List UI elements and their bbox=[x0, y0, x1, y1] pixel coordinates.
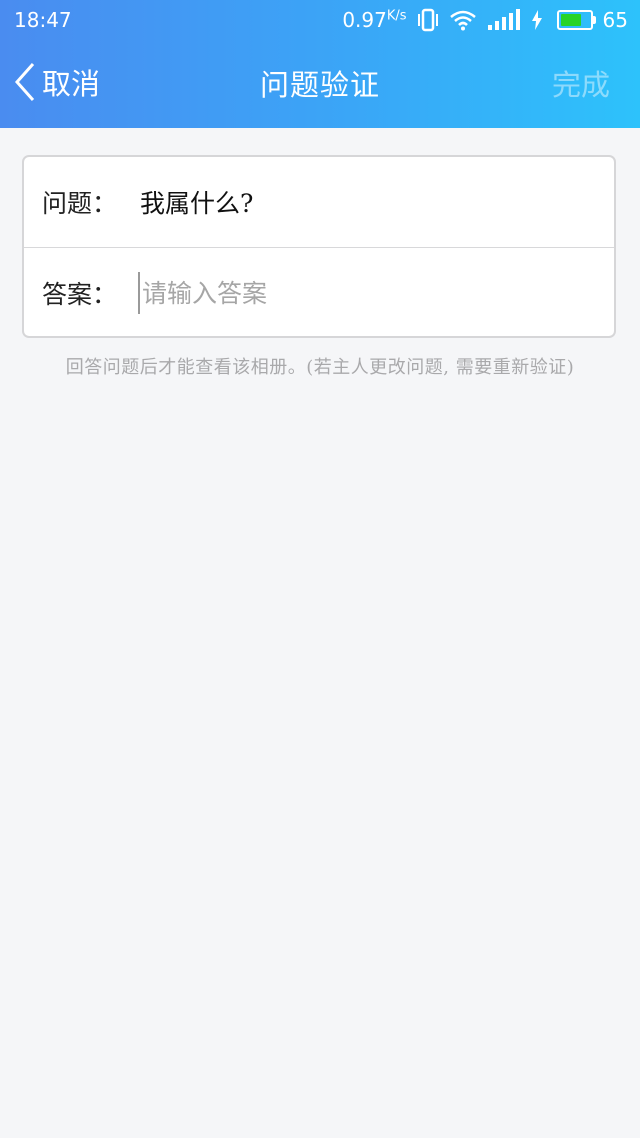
network-speed-value: 0.97 bbox=[342, 8, 387, 32]
question-row: 问题： 我属什么? bbox=[24, 157, 614, 247]
done-button[interactable]: 完成 bbox=[552, 62, 610, 104]
app-header: 18:47 0.97K/s 65 取消 问题验证 完成 bbox=[0, 0, 640, 128]
vibrate-icon bbox=[417, 8, 439, 32]
network-speed-unit: K/s bbox=[386, 8, 407, 24]
verification-form: 问题： 我属什么? 答案： bbox=[22, 155, 616, 338]
network-speed: 0.97K/s bbox=[342, 8, 406, 32]
battery-level: 65 bbox=[602, 8, 628, 32]
answer-label: 答案： bbox=[42, 280, 118, 309]
hint-text: 回答问题后才能查看该相册。(若主人更改问题, 需要重新验证) bbox=[65, 357, 575, 378]
answer-input[interactable] bbox=[138, 272, 582, 314]
signal-icon bbox=[487, 9, 521, 31]
question-text: 我属什么? bbox=[140, 189, 254, 218]
battery-fill bbox=[560, 14, 582, 26]
status-icons: 0.97K/s 65 bbox=[342, 6, 628, 34]
question-label: 问题： bbox=[42, 189, 118, 218]
charging-icon bbox=[531, 10, 543, 30]
nav-bar: 取消 问题验证 完成 bbox=[0, 40, 640, 128]
wifi-icon bbox=[449, 9, 477, 31]
status-time: 18:47 bbox=[14, 8, 72, 32]
battery-icon bbox=[556, 10, 596, 30]
answer-row: 答案： bbox=[24, 248, 614, 338]
status-bar: 18:47 0.97K/s 65 bbox=[0, 0, 640, 40]
page-title: 问题验证 bbox=[259, 68, 380, 102]
